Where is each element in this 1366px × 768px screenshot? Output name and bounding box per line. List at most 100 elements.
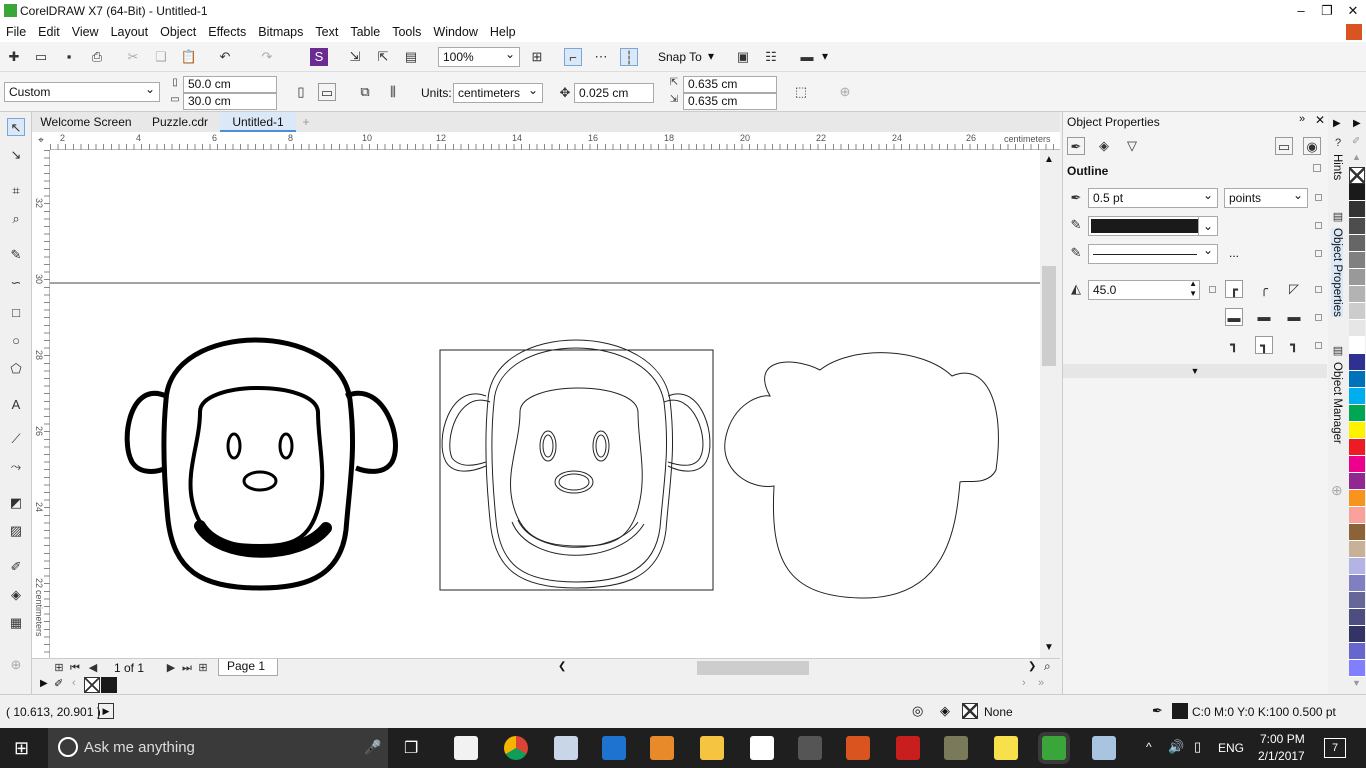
menu-window[interactable]: Window — [427, 25, 483, 39]
redo-icon[interactable]: ↷ — [258, 48, 276, 66]
minimize-button[interactable]: – — [1288, 0, 1314, 22]
docker-preview-icon[interactable]: ◉ — [1303, 137, 1321, 155]
zoom-tool-icon[interactable]: ⌕ — [7, 210, 25, 228]
smart-fill-tool-icon[interactable]: ▦ — [7, 614, 25, 632]
palette-swatch[interactable] — [1349, 490, 1365, 507]
palette-swatch[interactable] — [1349, 473, 1365, 490]
palette-swatch[interactable] — [1349, 252, 1365, 269]
palette-swatch[interactable] — [1349, 575, 1365, 592]
miter-limit-field[interactable]: 45.0 ▲ ▼ — [1088, 279, 1200, 300]
duplicate-y-field[interactable]: 0.635 cm — [683, 93, 777, 110]
current-page-icon[interactable]: ⫼ — [384, 83, 402, 101]
palette-swatch[interactable] — [1349, 660, 1365, 677]
add-page-after-icon[interactable]: ⊞ — [194, 659, 212, 677]
text-tool-icon[interactable]: A — [7, 396, 25, 414]
zoom-fit-icon[interactable]: ⊞ — [528, 48, 546, 66]
snap-to-button[interactable]: Snap To — [658, 48, 702, 66]
palette-eyedropper-icon[interactable]: ✐ — [54, 677, 63, 690]
app-camo-icon[interactable] — [944, 736, 968, 760]
tab-object-properties[interactable]: Object Properties — [1331, 228, 1343, 317]
palette-swatch[interactable] — [1349, 337, 1365, 354]
application-launcher-icon[interactable]: ☷ — [762, 48, 780, 66]
palette-scroll-right-icon[interactable]: › — [1022, 677, 1026, 689]
previous-page-icon[interactable]: ◀ — [84, 659, 102, 677]
freehand-tool-icon[interactable]: ✎ — [7, 246, 25, 264]
interactive-fill-tool-icon[interactable]: ◈ — [7, 586, 25, 604]
outline-width-select[interactable]: 0.5 pt — [1088, 186, 1218, 208]
palette-swatch[interactable] — [1349, 456, 1365, 473]
palette-swatch[interactable] — [1349, 541, 1365, 558]
restore-button[interactable]: ❐ — [1314, 0, 1340, 22]
rectangle-tool-icon[interactable]: □ — [7, 304, 25, 322]
transparency-section-icon[interactable]: ▽ — [1123, 137, 1141, 155]
menu-file[interactable]: File — [0, 25, 32, 39]
palette-up-icon[interactable]: ▲ — [1352, 152, 1361, 162]
palette-swatch[interactable] — [1349, 422, 1365, 439]
page-width-field[interactable]: 50.0 cm — [183, 76, 277, 93]
palette-swatch[interactable] — [1349, 269, 1365, 286]
corner-round-icon[interactable]: ╭ — [1255, 280, 1273, 298]
menu-table[interactable]: Table — [344, 25, 386, 39]
tab-hints[interactable]: Hints — [1331, 154, 1343, 180]
position-inside-icon[interactable]: ┓ — [1285, 336, 1303, 354]
outline-color-dropdown-arrow[interactable]: ⌄ — [1198, 216, 1218, 236]
portrait-icon[interactable]: ▯ — [292, 83, 310, 101]
palette-swatch[interactable] — [1349, 303, 1365, 320]
palette-down-icon[interactable]: ▼ — [1352, 678, 1361, 688]
import-icon[interactable]: ⇲ — [346, 48, 364, 66]
add-toolbar-icon[interactable]: ⊕ — [836, 83, 854, 101]
palette-swatch[interactable] — [1349, 405, 1365, 422]
palette-expand-icon[interactable]: ▶ — [40, 678, 48, 689]
menu-layout[interactable]: Layout — [105, 25, 155, 39]
menu-text[interactable]: Text — [309, 25, 344, 39]
artistic-media-tool-icon[interactable]: ∽ — [7, 274, 25, 292]
shape-tool-icon[interactable]: ↘ — [7, 146, 25, 164]
palette-pin-icon[interactable]: ✐ — [1352, 136, 1360, 147]
add-tool-icon[interactable]: ⊕ — [7, 656, 25, 674]
clock-time[interactable]: 7:00 PM — [1260, 732, 1305, 746]
color-eyedropper-tool-icon[interactable]: ✐ — [7, 558, 25, 576]
language-indicator[interactable]: ENG — [1218, 741, 1244, 755]
tab-puzzle[interactable]: Puzzle.cdr — [140, 112, 220, 132]
tab-object-manager[interactable]: Object Manager — [1331, 362, 1343, 444]
menu-effects[interactable]: Effects — [202, 25, 252, 39]
palette-swatch[interactable] — [1349, 218, 1365, 235]
all-pages-icon[interactable]: ⧉ — [356, 83, 374, 101]
cap-round-icon[interactable]: ▬ — [1255, 308, 1273, 326]
cut-icon[interactable]: ✂ — [124, 48, 142, 66]
palette-swatch[interactable] — [1349, 354, 1365, 371]
palette-more-icon[interactable]: » — [1038, 677, 1044, 689]
menu-bitmaps[interactable]: Bitmaps — [252, 25, 309, 39]
vertical-scroll-thumb[interactable] — [1042, 266, 1056, 366]
print-icon[interactable]: ⎙ — [88, 48, 106, 66]
grid-toggle-icon[interactable]: ⋯ — [592, 48, 610, 66]
docker-collapse-icon[interactable]: ✕ — [1315, 113, 1325, 127]
miter-lock-toggle[interactable] — [1209, 286, 1216, 293]
paint-app-icon[interactable] — [554, 736, 578, 760]
connector-tool-icon[interactable]: ⤳ — [7, 458, 25, 476]
app-red-icon[interactable] — [896, 736, 920, 760]
position-lock-toggle[interactable] — [1315, 342, 1322, 349]
search-content-icon[interactable]: S — [310, 48, 328, 66]
corel-paint-icon[interactable] — [1092, 736, 1116, 760]
width-lock-toggle[interactable] — [1315, 194, 1322, 201]
drop-shadow-tool-icon[interactable]: ◩ — [7, 494, 25, 512]
new-tab-button[interactable]: + — [296, 112, 316, 132]
start-button[interactable]: ⊞ — [14, 738, 29, 759]
close-button[interactable]: ✕ — [1340, 0, 1366, 22]
palette-swatch[interactable] — [1349, 184, 1365, 201]
app-cs-icon[interactable] — [750, 736, 774, 760]
palette-scroll-left-icon[interactable]: ‹ — [72, 677, 76, 689]
volume-icon[interactable]: 🔊 — [1168, 739, 1184, 755]
scroll-left-icon[interactable]: ❮ — [558, 661, 566, 672]
zoom-navigator-icon[interactable]: ⌕ — [1044, 659, 1051, 674]
palette-swatch[interactable] — [1349, 286, 1365, 303]
add-docker-icon[interactable]: ⊕ — [1331, 482, 1343, 499]
object-properties-tab-icon[interactable]: ▤ — [1329, 208, 1347, 226]
tab-untitled-1[interactable]: Untitled-1 — [220, 112, 296, 132]
duplicate-x-field[interactable]: 0.635 cm — [683, 76, 777, 93]
menu-view[interactable]: View — [66, 25, 105, 39]
zoom-level-field[interactable]: 100% — [438, 45, 520, 67]
hints-tab-icon[interactable]: ? — [1329, 134, 1347, 152]
chrome-icon[interactable] — [504, 736, 528, 760]
